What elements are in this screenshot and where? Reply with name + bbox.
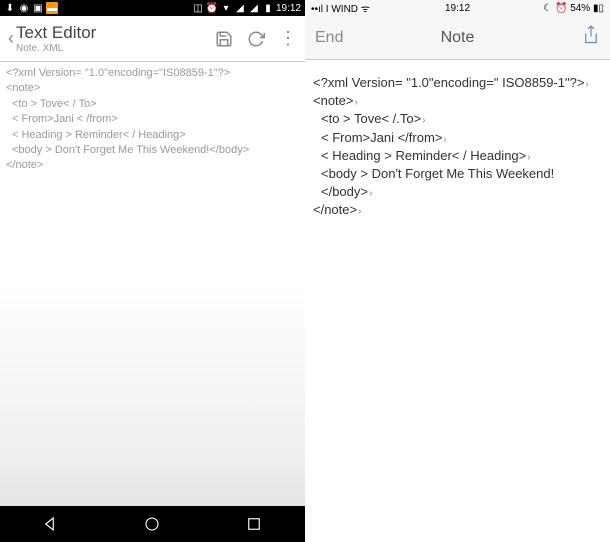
signal2-icon: ◢	[248, 2, 260, 14]
statusbar-left-icons: ⬇ ◉ ▣ ▬	[4, 2, 58, 14]
nav-title: Note	[441, 29, 475, 47]
android-phone: ⬇ ◉ ▣ ▬ ◫ ⏰ ▾ ◢ ◢ ▮ 19:12 ‹ Text Editor …	[0, 0, 305, 542]
code-line: <body > Don't Forget Me This Weekend!</b…	[6, 143, 299, 158]
download-icon: ⬇	[4, 2, 16, 14]
nav-home-button[interactable]	[142, 514, 162, 534]
statusbar-right-icons: ◫ ⏰ ▾ ◢ ◢ ▮ 19:12	[192, 2, 301, 14]
code-line: <to > Tove< / To>	[6, 97, 299, 112]
ios-statusbar: ••ıl I WIND ᯤ 19:12 ☾ ⏰ 54% ▮▯	[305, 0, 610, 16]
wifi-icon: ᯤ	[361, 4, 370, 15]
android-statusbar: ⬇ ◉ ▣ ▬ ◫ ⏰ ▾ ◢ ◢ ▮ 19:12	[0, 0, 305, 16]
signal-icon: ◢	[234, 2, 246, 14]
android-navbar	[0, 506, 305, 542]
menu-icon[interactable]: ⋮	[279, 28, 297, 49]
statusbar-right: ☾ ⏰ 54% ▮▯	[543, 3, 604, 14]
code-line: <body > Don't Forget Me This Weekend!</b…	[313, 165, 602, 201]
signal-icon: ••ıl	[311, 4, 323, 15]
ios-note-content[interactable]: <?xml Version= "1.0"encoding=" ISO8859-1…	[305, 60, 610, 542]
app-icon: ◉	[18, 2, 30, 14]
app-title: Text Editor	[16, 23, 215, 43]
save-icon[interactable]	[215, 30, 233, 48]
appbar-actions: ⋮	[215, 28, 297, 49]
code-line: <?xml Version= "1.0"encoding=" ISO8859-1…	[313, 74, 602, 92]
app-subtitle: Note. XML	[16, 43, 215, 54]
code-line: <note>	[6, 81, 299, 96]
refresh-icon[interactable]	[247, 30, 265, 48]
dnd-icon: ☾	[543, 3, 552, 14]
appbar-titles: Text Editor Note. XML	[16, 23, 215, 54]
back-icon[interactable]: ‹	[8, 28, 14, 49]
code-line: < From>Jani < /from>	[6, 112, 299, 127]
statusbar-time: 19:12	[276, 3, 301, 14]
wifi-icon: ▾	[220, 2, 232, 14]
back-button[interactable]: End	[315, 29, 343, 47]
code-line: <?xml Version= "1.0"encoding="IS08859-1"…	[6, 66, 299, 81]
nav-back-button[interactable]	[41, 514, 61, 534]
ios-navbar: End Note	[305, 16, 610, 60]
statusbar-left: ••ıl I WIND ᯤ	[311, 1, 370, 15]
battery-icon: ▮	[262, 2, 274, 14]
code-line: </note>	[6, 158, 299, 173]
alarm-icon: ⏰	[206, 2, 218, 14]
nav-recent-button[interactable]	[244, 514, 264, 534]
camera-icon: ▣	[32, 2, 44, 14]
alarm-icon: ⏰	[555, 3, 567, 14]
share-button[interactable]	[582, 24, 600, 51]
code-line: </note>	[313, 201, 602, 219]
android-editor-content[interactable]: <?xml Version= "1.0"encoding="IS08859-1"…	[0, 62, 305, 506]
statusbar-time: 19:12	[445, 3, 470, 14]
code-line: < Heading > Reminder< / Heading>	[313, 147, 602, 165]
carrier-label: I WIND	[326, 4, 358, 15]
code-line: <note>	[313, 92, 602, 110]
code-line: <to > Tove< /.To>	[313, 110, 602, 128]
android-appbar: ‹ Text Editor Note. XML ⋮	[0, 16, 305, 62]
code-line: < From>Jani </from>	[313, 129, 602, 147]
code-line: < Heading > Reminder< / Heading>	[6, 128, 299, 143]
notification-icon: ▬	[46, 2, 58, 14]
ios-phone: ••ıl I WIND ᯤ 19:12 ☾ ⏰ 54% ▮▯ End Note …	[305, 0, 610, 542]
battery-icon: ▮▯	[593, 3, 604, 14]
vibrate-icon: ◫	[192, 2, 204, 14]
battery-label: 54%	[570, 3, 590, 14]
